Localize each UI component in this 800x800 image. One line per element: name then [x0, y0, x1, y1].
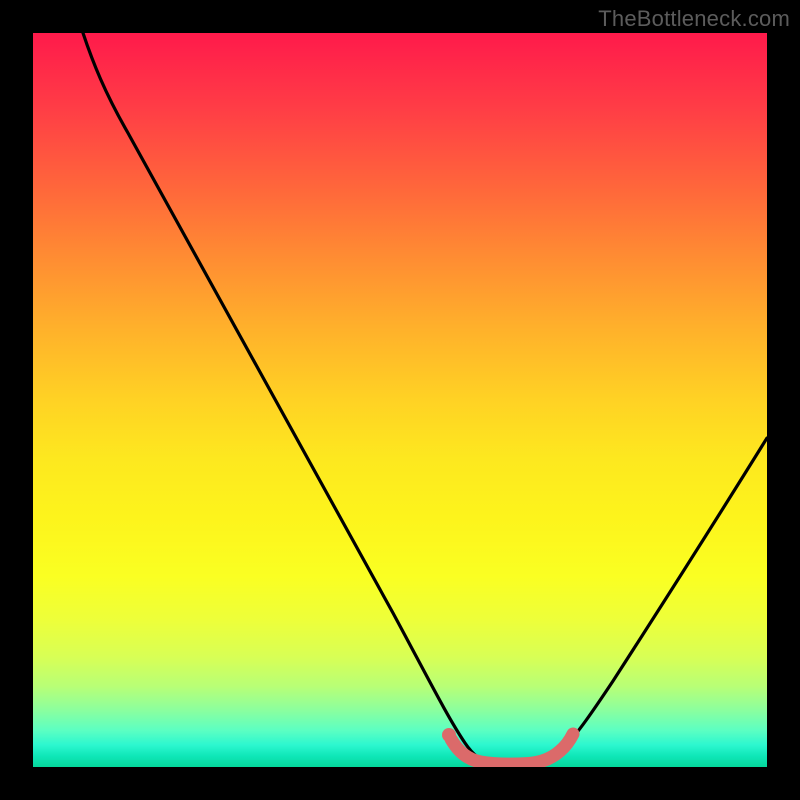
- chart-frame: TheBottleneck.com: [0, 0, 800, 800]
- chart-plot-area: [33, 33, 767, 767]
- optimal-region-start-dot: [442, 728, 456, 742]
- watermark-label: TheBottleneck.com: [598, 6, 790, 32]
- chart-svg: [33, 33, 767, 767]
- bottleneck-curve: [83, 33, 767, 765]
